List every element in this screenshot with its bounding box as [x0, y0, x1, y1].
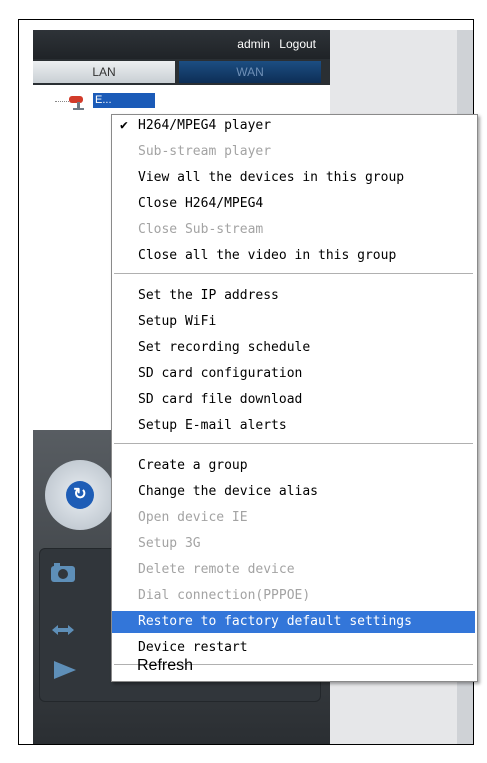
menu-item-h264-player[interactable]: ✔ H264/MPEG4 player	[112, 115, 475, 137]
menu-separator	[114, 273, 473, 275]
tree-connector	[55, 101, 69, 102]
menu-item-close-all-video[interactable]: Close all the video in this group	[112, 245, 475, 267]
refresh-icon[interactable]: ↻	[66, 481, 94, 509]
menu-item-set-ip[interactable]: Set the IP address	[112, 285, 475, 307]
device-node[interactable]: E...	[93, 93, 155, 108]
context-menu: ✔ H264/MPEG4 player Sub-stream player Vi…	[111, 114, 478, 682]
menu-item-dial-pppoe: Dial connection(PPPOE)	[138, 588, 311, 603]
menu-item-sub-stream-player: Sub-stream player	[138, 144, 272, 159]
menu-item-close-sub-stream: Close Sub-stream	[138, 222, 264, 237]
menu-item-label: H264/MPEG4 player	[138, 118, 272, 133]
menu-separator	[114, 443, 473, 445]
username: admin	[237, 37, 270, 51]
menu-item-create-group[interactable]: Create a group	[112, 455, 475, 477]
logout-link[interactable]: Logout	[279, 37, 316, 51]
play-icon[interactable]	[52, 659, 78, 687]
menu-item-view-all-devices[interactable]: View all the devices in this group	[112, 167, 475, 189]
network-tabs: LAN WAN	[33, 59, 330, 85]
tab-wan[interactable]: WAN	[179, 61, 321, 83]
top-bar: admin Logout	[33, 30, 330, 59]
menu-item-sd-config[interactable]: SD card configuration	[112, 363, 475, 385]
tab-lan[interactable]: LAN	[33, 61, 175, 83]
menu-item-change-alias[interactable]: Change the device alias	[112, 481, 475, 503]
menu-item-restore-defaults[interactable]: Restore to factory default settings	[112, 611, 475, 633]
menu-item-delete-device: Delete remote device	[138, 562, 295, 577]
camera-icon	[68, 93, 90, 116]
menu-item-setup-wifi[interactable]: Setup WiFi	[112, 311, 475, 333]
menu-item-open-ie: Open device IE	[138, 510, 248, 525]
menu-item-recording-schedule[interactable]: Set recording schedule	[112, 337, 475, 359]
menu-item-setup-3g: Setup 3G	[138, 536, 201, 551]
menu-item-refresh[interactable]: Refresh	[111, 655, 474, 677]
menu-item-sd-download[interactable]: SD card file download	[112, 389, 475, 411]
user-area: admin Logout	[231, 37, 316, 51]
swap-arrows-icon[interactable]	[50, 617, 76, 643]
menu-item-close-h264[interactable]: Close H264/MPEG4	[112, 193, 475, 215]
menu-item-email-alerts[interactable]: Setup E-mail alerts	[112, 415, 475, 437]
snapshot-icon[interactable]	[50, 561, 76, 589]
check-icon: ✔	[120, 118, 128, 133]
